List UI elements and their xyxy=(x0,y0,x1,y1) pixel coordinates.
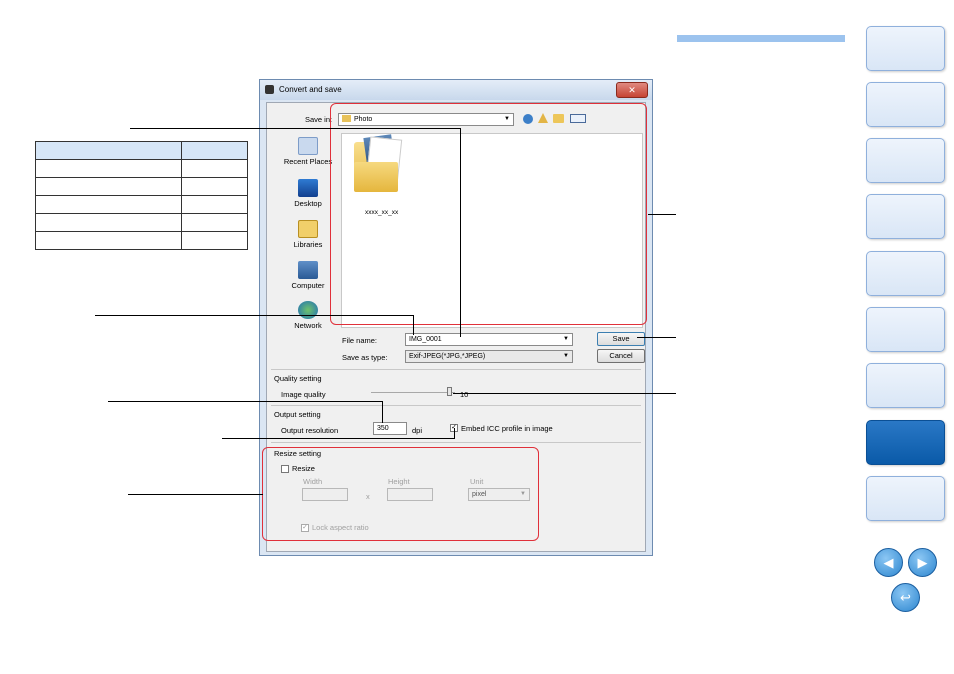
quality-section-title: Quality setting xyxy=(274,374,322,383)
arrow-left-icon: ◀ xyxy=(883,555,894,570)
divider xyxy=(271,442,641,443)
table-cell xyxy=(181,231,248,250)
place-recent[interactable]: Recent Places xyxy=(280,137,336,166)
cancel-button[interactable]: Cancel xyxy=(597,349,645,363)
table-row xyxy=(35,231,248,250)
save-type-select[interactable]: Exif-JPEG(*JPG,*JPEG) ▼ xyxy=(405,350,573,363)
nav-tab-2[interactable] xyxy=(866,82,945,127)
nav-tab-7[interactable] xyxy=(866,363,945,408)
computer-icon xyxy=(298,261,318,279)
nav-tab-9[interactable] xyxy=(866,476,945,521)
image-quality-value: 10 xyxy=(460,390,469,399)
nav-tab-4[interactable] xyxy=(866,194,945,239)
output-resolution-value: 350 xyxy=(377,425,389,432)
app-icon xyxy=(265,85,274,94)
table-row xyxy=(35,159,248,178)
desktop-icon xyxy=(298,179,318,197)
return-arrow-icon: ↩ xyxy=(900,590,911,605)
arrow-right-icon: ▶ xyxy=(917,555,928,570)
chevron-down-icon: ▼ xyxy=(563,353,569,359)
callout-line xyxy=(95,315,413,316)
callout-line xyxy=(454,428,455,439)
dialog-titlebar[interactable]: Convert and save ✕ xyxy=(260,80,652,100)
nav-tab-5[interactable] xyxy=(866,251,945,296)
save-type-label: Save as type: xyxy=(342,353,388,362)
info-table xyxy=(35,141,248,250)
table-row xyxy=(35,195,248,214)
table-cell xyxy=(35,195,182,214)
table-cell xyxy=(35,231,182,250)
callout-line xyxy=(648,214,676,215)
save-button[interactable]: Save xyxy=(597,332,645,346)
place-label: Desktop xyxy=(294,199,322,208)
output-resolution-label: Output resolution xyxy=(281,426,339,435)
chevron-down-icon[interactable]: ▼ xyxy=(563,334,569,345)
next-page-button[interactable]: ▶ xyxy=(908,548,937,577)
embed-icc-label: Embed ICC profile in image xyxy=(461,424,553,433)
place-desktop[interactable]: Desktop xyxy=(280,179,336,208)
place-libraries[interactable]: Libraries xyxy=(280,220,336,249)
quality-slider-thumb[interactable] xyxy=(447,387,452,396)
libraries-icon xyxy=(298,220,318,238)
callout-line xyxy=(130,128,460,129)
callout-line xyxy=(382,401,383,423)
file-name-label: File name: xyxy=(342,336,378,345)
header-accent-bar xyxy=(677,35,845,42)
callout-line xyxy=(453,393,676,394)
divider xyxy=(271,405,641,406)
network-icon xyxy=(298,301,318,319)
nav-tab-6[interactable] xyxy=(866,307,945,352)
table-cell xyxy=(181,195,248,214)
table-cell xyxy=(181,141,248,160)
callout-line xyxy=(637,337,676,338)
save-type-value: Exif-JPEG(*JPG,*JPEG) xyxy=(409,353,486,360)
dialog-title: Convert and save xyxy=(279,85,342,94)
nav-tab-1[interactable] xyxy=(866,26,945,71)
quality-slider-track[interactable] xyxy=(371,392,455,393)
return-button[interactable]: ↩ xyxy=(891,583,920,612)
dpi-label: dpi xyxy=(412,426,423,435)
table-cell xyxy=(181,177,248,196)
place-label: Network xyxy=(294,321,322,330)
table-cell xyxy=(181,213,248,232)
image-quality-label: Image quality xyxy=(281,390,326,399)
previous-page-button[interactable]: ◀ xyxy=(874,548,903,577)
resize-highlight xyxy=(262,447,539,541)
place-label: Computer xyxy=(291,281,325,290)
table-cell xyxy=(35,141,182,160)
close-button[interactable]: ✕ xyxy=(616,82,648,98)
nav-tab-3[interactable] xyxy=(866,138,945,183)
place-label: Recent Places xyxy=(283,157,333,166)
callout-line xyxy=(222,438,454,439)
file-name-input[interactable]: IMG_0001 ▼ xyxy=(405,333,573,346)
place-computer[interactable]: Computer xyxy=(280,261,336,290)
output-section-title: Output setting xyxy=(274,410,321,419)
save-in-label: Save in: xyxy=(305,115,333,124)
callout-line xyxy=(128,494,263,495)
callout-line xyxy=(460,128,461,337)
table-row xyxy=(35,177,248,196)
table-row xyxy=(35,213,248,232)
file-area-highlight xyxy=(330,103,647,325)
nav-tab-8-active[interactable] xyxy=(866,420,945,465)
recent-places-icon xyxy=(298,137,318,155)
table-cell xyxy=(35,177,182,196)
table-header-row xyxy=(35,141,248,160)
file-name-value: IMG_0001 xyxy=(409,336,442,343)
table-cell xyxy=(181,159,248,178)
output-resolution-input[interactable]: 350 xyxy=(373,422,407,435)
table-cell xyxy=(35,213,182,232)
divider xyxy=(271,369,641,370)
callout-line xyxy=(108,401,382,402)
callout-line xyxy=(413,315,414,335)
place-label: Libraries xyxy=(293,240,323,249)
table-cell xyxy=(35,159,182,178)
